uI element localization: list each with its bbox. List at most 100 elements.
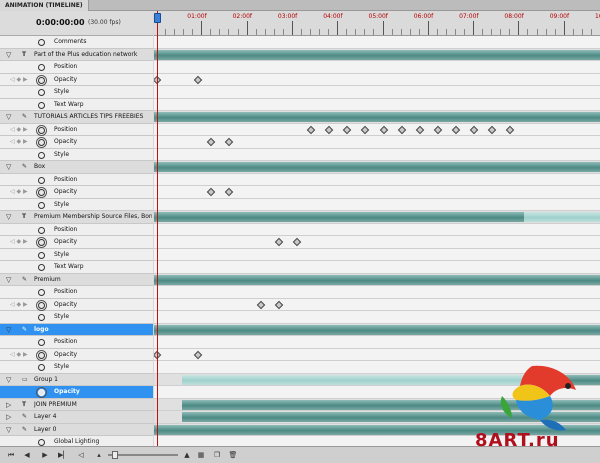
stopwatch-icon[interactable]: [38, 339, 45, 346]
timeline-row[interactable]: [154, 123, 600, 136]
stopwatch-icon[interactable]: [38, 364, 45, 371]
stopwatch-icon[interactable]: [38, 64, 45, 71]
layer-row[interactable]: ▽ ✎ logo: [0, 323, 153, 336]
layer-row[interactable]: ▽ ▭ Group 1: [0, 373, 153, 386]
timeline-row[interactable]: [154, 236, 600, 249]
property-row[interactable]: Style: [0, 148, 153, 161]
keyframe[interactable]: [343, 125, 352, 134]
keyframe[interactable]: [275, 300, 284, 309]
keyframe-navigator-icon[interactable]: ◁ ◆ ▶: [10, 124, 28, 136]
property-row[interactable]: Position: [0, 286, 153, 299]
time-ruler[interactable]: 01:00f 02:00f 03:00f 04:00f 05:00f 06:00f 07:0…: [154, 11, 600, 36]
property-row[interactable]: Text Warp: [0, 98, 153, 111]
timeline-row[interactable]: [154, 148, 600, 161]
keyframe[interactable]: [379, 125, 388, 134]
playhead-handle[interactable]: [154, 13, 161, 23]
timeline-row[interactable]: [154, 323, 600, 336]
layer-duration-bar[interactable]: [154, 212, 524, 222]
timeline-row[interactable]: [154, 48, 600, 61]
stopwatch-icon[interactable]: [38, 201, 45, 209]
keyframe[interactable]: [506, 125, 515, 134]
stopwatch-icon[interactable]: [38, 151, 45, 159]
timeline-row[interactable]: [154, 136, 600, 149]
stopwatch-icon[interactable]: [36, 349, 47, 361]
property-row[interactable]: ◁ ◆ ▶ Opacity: [0, 136, 153, 149]
stopwatch-icon[interactable]: [36, 137, 47, 148]
expand-toggle-icon[interactable]: ▽: [6, 51, 11, 59]
prev-frame-icon[interactable]: ◀: [22, 450, 32, 460]
keyframe[interactable]: [361, 125, 370, 134]
layer-duration-bar[interactable]: [154, 324, 600, 335]
property-row[interactable]: Style: [0, 311, 153, 324]
layer-duration-bar[interactable]: [154, 162, 600, 172]
keyframe-navigator-icon[interactable]: ◁ ◆ ▶: [10, 299, 28, 311]
timeline-row[interactable]: [154, 161, 600, 174]
first-frame-icon[interactable]: ⏮: [6, 450, 16, 460]
property-row[interactable]: ◁ ◆ ▶ Position: [0, 123, 153, 136]
stopwatch-icon[interactable]: [36, 299, 47, 311]
property-row[interactable]: Opacity: [0, 386, 153, 399]
timeline-row[interactable]: [154, 298, 600, 311]
convert-frames-icon[interactable]: ▦: [196, 450, 206, 460]
zoom-slider-knob[interactable]: [112, 451, 118, 459]
keyframe[interactable]: [193, 350, 203, 359]
keyframe[interactable]: [293, 237, 302, 247]
property-row[interactable]: ◁ ◆ ▶ Opacity: [0, 298, 153, 311]
stopwatch-icon[interactable]: [38, 226, 45, 234]
keyframe[interactable]: [207, 187, 216, 197]
property-row[interactable]: ◁ ◆ ▶ Opacity: [0, 186, 153, 199]
expand-toggle-icon[interactable]: ▽: [6, 426, 11, 434]
expand-toggle-icon[interactable]: ▽: [6, 163, 11, 171]
keyframe-navigator-icon[interactable]: ◁ ◆ ▶: [10, 136, 28, 148]
keyframe[interactable]: [469, 125, 479, 134]
zoom-slider-track[interactable]: [108, 454, 178, 456]
keyframe[interactable]: [433, 125, 443, 134]
property-row[interactable]: Comments: [0, 36, 153, 49]
keyframe-navigator-icon[interactable]: ◁ ◆ ▶: [10, 349, 28, 361]
zoom-in-icon[interactable]: ▲: [182, 450, 192, 460]
current-time[interactable]: 0:00:00:00: [36, 18, 85, 27]
stopwatch-icon[interactable]: [38, 101, 45, 109]
layer-duration-bar[interactable]: [154, 112, 600, 122]
keyframe-navigator-icon[interactable]: ◁ ◆ ▶: [10, 186, 28, 198]
layer-row[interactable]: ▷ T JOIN PREMIUM: [0, 398, 153, 411]
expand-toggle-icon[interactable]: ▷: [6, 401, 11, 409]
tab-animation-timeline[interactable]: ANIMATION (TIMELINE): [0, 0, 89, 11]
keyframe[interactable]: [397, 125, 406, 134]
timeline-row[interactable]: [154, 98, 600, 111]
keyframe[interactable]: [451, 125, 461, 134]
property-row[interactable]: Position: [0, 173, 153, 186]
layer-duration-bar[interactable]: [154, 49, 600, 60]
layer-duration-tail[interactable]: [524, 212, 600, 222]
timeline-row[interactable]: [154, 286, 600, 299]
keyframe[interactable]: [225, 137, 234, 147]
stopwatch-icon[interactable]: [38, 251, 45, 259]
layer-row[interactable]: ▽ T Premium Membership Source Files, Bonu: [0, 211, 153, 224]
property-row[interactable]: Style: [0, 248, 153, 261]
stopwatch-icon[interactable]: [38, 39, 45, 46]
timeline-row[interactable]: [154, 211, 600, 224]
stopwatch-icon[interactable]: [38, 439, 45, 446]
property-row[interactable]: Position: [0, 336, 153, 349]
property-row[interactable]: Text Warp: [0, 261, 153, 274]
expand-toggle-icon[interactable]: ▷: [6, 413, 11, 421]
timeline-row[interactable]: [154, 186, 600, 199]
layer-row[interactable]: ▽ ✎ Layer 0: [0, 423, 153, 436]
keyframe[interactable]: [256, 300, 266, 309]
stopwatch-icon[interactable]: [38, 264, 45, 271]
expand-toggle-icon[interactable]: ▽: [6, 213, 11, 221]
timeline-row[interactable]: [154, 261, 600, 274]
keyframe[interactable]: [275, 237, 284, 247]
property-row[interactable]: Position: [0, 223, 153, 236]
expand-toggle-icon[interactable]: ▽: [6, 326, 11, 334]
keyframe-navigator-icon[interactable]: ◁ ◆ ▶: [10, 74, 28, 86]
property-row[interactable]: ◁ ◆ ▶ Opacity: [0, 348, 153, 361]
keyframe[interactable]: [193, 75, 203, 84]
next-frame-icon[interactable]: ▶▏: [58, 450, 69, 460]
layer-row[interactable]: ▽ T Part of the Plus education network: [0, 48, 153, 61]
stopwatch-icon[interactable]: [36, 237, 47, 248]
layer-duration-bar[interactable]: [154, 274, 600, 285]
stopwatch-icon[interactable]: [36, 124, 47, 136]
property-row[interactable]: ◁ ◆ ▶ Opacity: [0, 73, 153, 86]
timeline-row[interactable]: [154, 273, 600, 286]
